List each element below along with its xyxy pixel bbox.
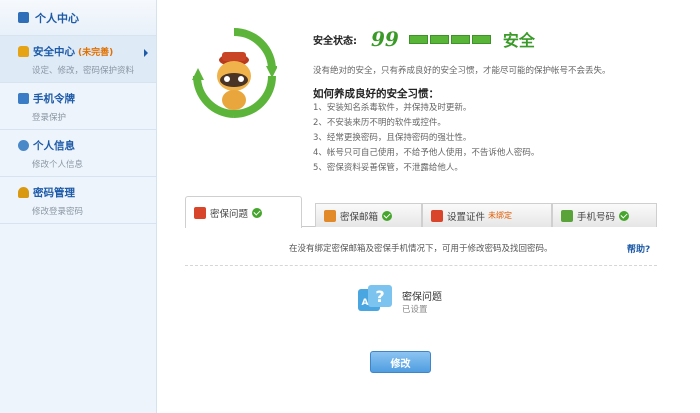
sidebar-item-desc: 修改个人信息: [32, 160, 84, 170]
sidebar-item-label: 安全中心: [33, 46, 75, 58]
sidebar-item-security[interactable]: 安全中心 (未完善) 设定、修改，密码保护资料: [0, 36, 156, 83]
home-icon: [18, 12, 29, 23]
sidebar-item-label: 密码管理: [33, 187, 75, 199]
tab-security-question[interactable]: 密保问题: [185, 196, 302, 228]
sidebar-item-desc: 登录保护: [32, 113, 67, 123]
security-score: 99: [371, 27, 399, 51]
sidebar-item-desc: 修改登录密码: [32, 207, 84, 217]
sidebar-header-label: 个人中心: [35, 11, 79, 25]
security-level-text: 安全: [502, 31, 535, 50]
modify-button[interactable]: 修改: [370, 351, 431, 373]
token-icon: [18, 93, 29, 104]
tab-label: 设置证件: [447, 211, 486, 223]
sidebar-item-token[interactable]: 手机令牌 登录保护: [0, 83, 156, 130]
incomplete-badge: (未完善): [78, 48, 114, 58]
tab-label: 密保邮箱: [340, 211, 379, 223]
check-icon: [382, 210, 393, 221]
list-item: 2、不安装来历不明的软件或控件。: [313, 118, 446, 128]
list-item: 5、密保资料妥善保管，不泄露给他人。: [313, 163, 463, 173]
tips-list: 1、安装知名杀毒软件，并保持及时更新。 2、不安装来历不明的软件或控件。 3、经…: [313, 101, 539, 176]
main-content: 安全状态: 99 安全 没有绝对的安全，只有养成良好的安全习惯，才能尽可能的保护…: [157, 0, 700, 413]
sidebar-item-desc: 设定、修改，密码保护资料: [32, 66, 135, 76]
divider: [185, 265, 657, 266]
chevron-right-icon: [144, 49, 148, 57]
check-icon: [252, 207, 263, 218]
security-description: 没有绝对的安全，只有养成良好的安全习惯，才能尽可能的保护帐号不会丢失。: [313, 66, 611, 76]
status-label: 安全状态:: [313, 35, 357, 47]
tips-title: 如何养成良好的安全习惯：: [313, 88, 439, 100]
question-tab-icon: [194, 206, 206, 219]
tab-security-email[interactable]: 密保邮箱: [315, 203, 422, 227]
lock-icon: [18, 46, 29, 57]
svg-text:?: ?: [375, 287, 384, 306]
sidebar-item-label: 手机令牌: [33, 93, 75, 105]
key-icon: [18, 187, 29, 198]
mail-tab-icon: [324, 209, 336, 222]
question-status: 已设置: [402, 305, 428, 315]
user-icon: [18, 140, 29, 151]
check-icon: [619, 210, 630, 221]
svg-text:A: A: [362, 298, 369, 308]
list-item: 1、安装知名杀毒软件，并保持及时更新。: [313, 103, 472, 113]
list-item: 3、经常更换密码，且保持密码的强壮性。: [313, 133, 472, 143]
list-item: 4、帐号只可自己使用，不给予他人使用，不告诉他人密码。: [313, 148, 540, 158]
security-level-bar: [408, 34, 493, 44]
phone-tab-icon: [561, 209, 573, 222]
tab-id-document[interactable]: 设置证件 未绑定: [422, 203, 552, 227]
security-question-icon: ? A: [358, 285, 392, 311]
tab-label: 手机号码: [577, 211, 616, 223]
id-tab-icon: [431, 209, 443, 222]
tab-phone-number[interactable]: 手机号码: [552, 203, 657, 227]
sidebar: 个人中心 安全中心 (未完善) 设定、修改，密码保护资料 手机令牌 登录保护 个…: [0, 0, 157, 413]
security-tabs: 密保问题 密保邮箱 设置证件 未绑定 手机号码: [185, 196, 657, 228]
help-link[interactable]: 帮助?: [627, 242, 650, 255]
sidebar-item-password[interactable]: 密码管理 修改登录密码: [0, 177, 156, 224]
security-status: 安全状态: 99 安全: [313, 27, 535, 51]
sidebar-header[interactable]: 个人中心: [0, 0, 156, 36]
raccoon-mascot-icon: [192, 28, 277, 118]
tab-label: 密保问题: [210, 208, 249, 220]
panel-note: 在没有绑定密保邮箱及密保手机情况下，可用于修改密码及找回密码。: [289, 244, 553, 254]
sidebar-item-profile[interactable]: 个人信息 修改个人信息: [0, 130, 156, 177]
sidebar-item-label: 个人信息: [33, 140, 75, 152]
question-title: 密保问题: [402, 292, 442, 303]
unbound-label: 未绑定: [488, 211, 513, 220]
